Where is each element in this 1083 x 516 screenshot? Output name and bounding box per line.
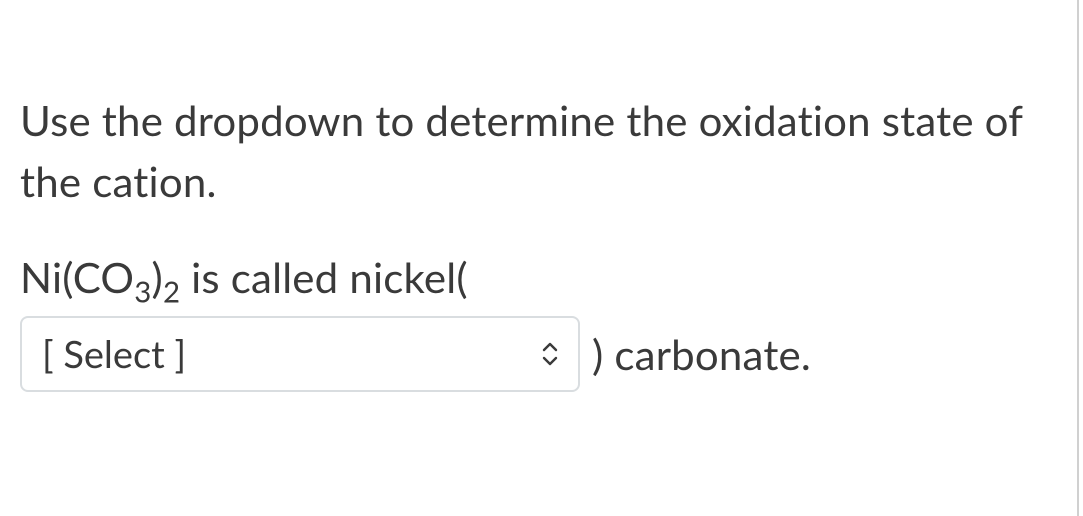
chemical-formula: Ni(CO3)2 xyxy=(20,252,180,302)
formula-sub2: 2 xyxy=(163,274,180,309)
answer-row: [ Select ] ) carbonate. xyxy=(20,316,1057,392)
oxidation-state-select[interactable]: [ Select ] xyxy=(20,316,580,392)
question-tail: is called nickel( xyxy=(180,252,468,302)
instruction-text: Use the dropdown to determine the oxidat… xyxy=(20,90,1057,212)
formula-sub1: 3 xyxy=(134,274,151,309)
formula-part: ) xyxy=(152,252,163,302)
formula-part: Ni(CO xyxy=(20,252,134,302)
question-line: Ni(CO3)2 is called nickel( xyxy=(20,252,1057,302)
select-placeholder: [ Select ] xyxy=(42,331,186,377)
question-container: Use the dropdown to determine the oxidat… xyxy=(0,0,1079,516)
chevron-up-down-icon xyxy=(540,341,560,367)
closing-text: ) carbonate. xyxy=(592,329,811,379)
